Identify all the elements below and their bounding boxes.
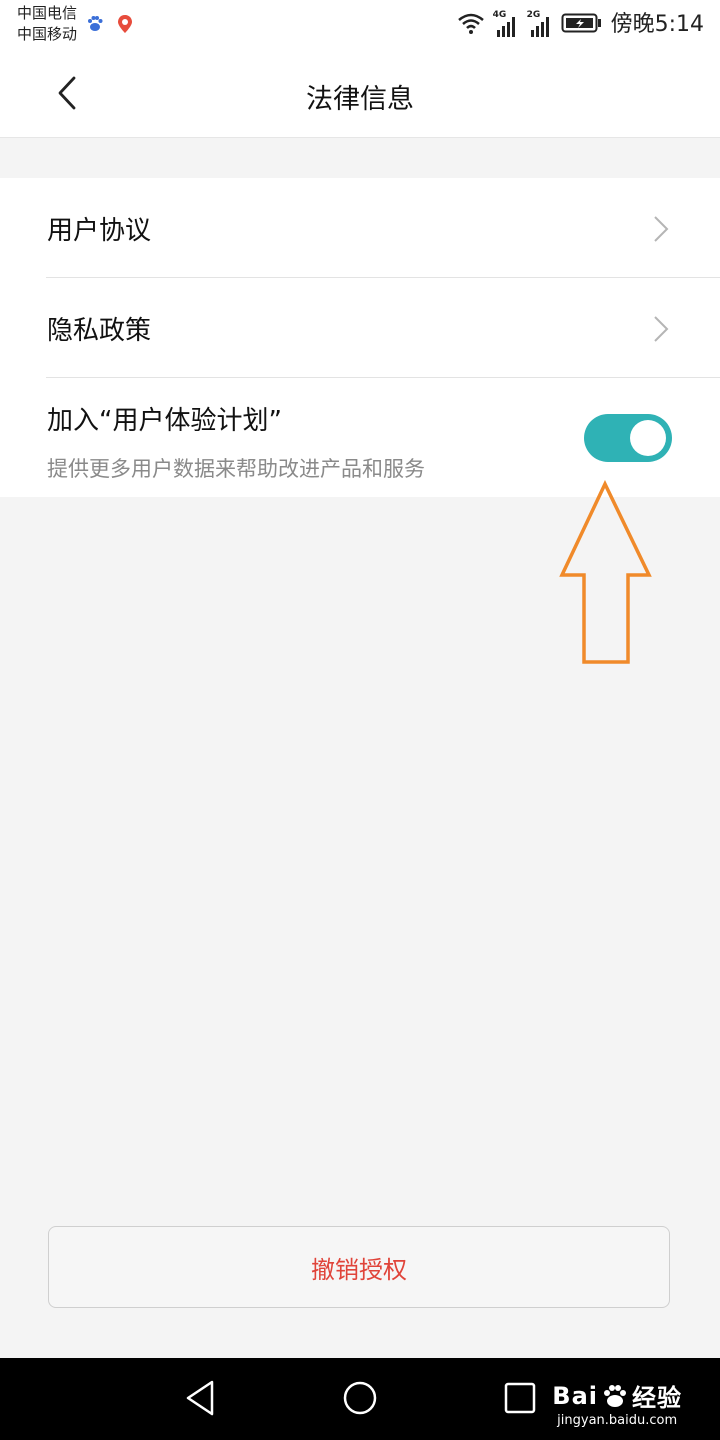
chevron-right-icon (652, 214, 670, 248)
network-type-1: 4G (492, 10, 507, 20)
experience-program-label: 加入“用户体验计划” (47, 406, 282, 436)
status-bar: 中国电信 中国移动 4G 2G 傍晚5:14 (0, 0, 720, 50)
notification-icons (87, 14, 133, 38)
carrier-info: 中国电信 中国移动 (17, 3, 77, 45)
watermark-brand: Bai 经验 (552, 1378, 682, 1413)
nav-home-button[interactable] (342, 1378, 378, 1422)
baidu-paw-icon (87, 15, 103, 37)
revoke-authorization-button[interactable]: 撤销授权 (48, 1226, 670, 1308)
user-agreement-label: 用户协议 (47, 216, 152, 246)
up-arrow-icon (558, 479, 654, 672)
square-recents-icon (504, 1382, 536, 1414)
baidu-paw-icon (604, 1384, 626, 1407)
wifi-icon (457, 11, 485, 39)
privacy-policy-label: 隐私政策 (47, 316, 152, 346)
watermark-brand-left: Bai (552, 1381, 598, 1410)
map-pin-icon (117, 14, 133, 38)
baidu-jingyan-watermark: Bai 经验 jingyan.baidu.com (552, 1378, 682, 1429)
page-title: 法律信息 (306, 84, 414, 115)
settings-list: 用户协议 隐私政策 加入“用户体验计划” 提供更多用户数据来帮助改进产品和服务 (0, 178, 720, 497)
battery-charging-icon (561, 12, 603, 38)
watermark-brand-right: 经验 (632, 1384, 682, 1412)
circle-home-icon (343, 1381, 377, 1415)
nav-recents-button[interactable] (502, 1378, 538, 1422)
watermark-url: jingyan.baidu.com (557, 1413, 678, 1428)
network-type-2: 2G (526, 10, 541, 20)
status-indicators: 4G 2G 傍晚5:14 (457, 8, 704, 42)
header: 法律信息 (0, 50, 720, 138)
toggle-knob (630, 420, 666, 456)
clock-time: 傍晚5:14 (610, 12, 704, 37)
triangle-back-icon (186, 1380, 214, 1416)
carrier-1: 中国电信 (17, 4, 78, 22)
user-agreement-row[interactable]: 用户协议 (0, 178, 720, 278)
experience-program-description: 提供更多用户数据来帮助改进产品和服务 (47, 457, 425, 481)
nav-back-button[interactable] (182, 1378, 218, 1422)
chevron-right-icon (652, 314, 670, 348)
privacy-policy-row[interactable]: 隐私政策 (0, 278, 720, 378)
signal-4g: 4G (492, 10, 519, 38)
experience-program-toggle[interactable] (584, 414, 672, 462)
carrier-2: 中国移动 (17, 25, 78, 43)
signal-2g: 2G (526, 10, 553, 38)
